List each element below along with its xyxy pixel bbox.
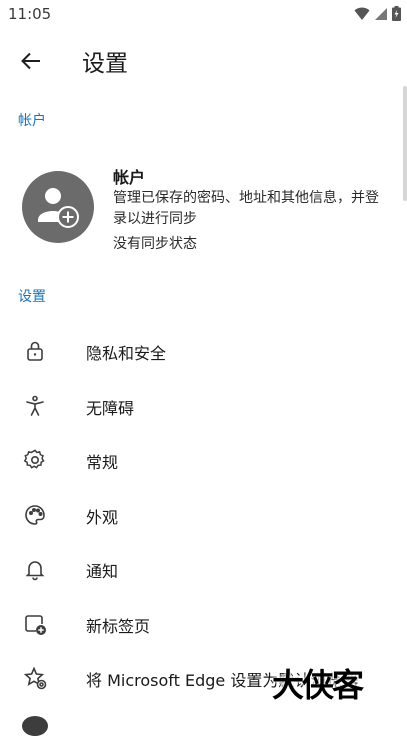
palette-icon [22,502,48,528]
settings-item-appearance[interactable]: 外观 [0,488,407,543]
avatar [22,171,94,243]
settings-list: 隐私和安全 无障碍 常规 外观 通知 新标签页 将 Microsoft Edge… [0,324,407,706]
signal-icon [375,7,387,20]
accessibility-icon [22,393,48,419]
bell-icon [22,556,48,582]
settings-item-label: 常规 [86,453,119,472]
page-title: 设置 [82,51,128,77]
sync-status: 没有同步状态 [113,236,197,252]
app-bar: 设置 [0,32,407,88]
settings-item-accessibility[interactable]: 无障碍 [0,379,407,434]
settings-item-label: 通知 [86,562,119,581]
status-time: 11:05 [8,5,52,23]
back-arrow-icon [21,52,40,70]
settings-item-privacy[interactable]: 隐私和安全 [0,324,407,379]
section-header-settings: 设置 [18,289,46,305]
partial-list-icon [22,716,48,736]
new-tab-icon [22,611,48,637]
wifi-icon [354,7,370,20]
star-gear-icon [22,665,48,691]
back-button[interactable] [14,44,48,78]
scrollbar[interactable] [403,86,407,201]
settings-item-label: 隐私和安全 [86,344,167,363]
watermark: 大侠客 [272,666,364,704]
settings-item-label: 外观 [86,507,119,527]
battery-icon [392,6,401,21]
account-title: 帐户 [113,168,146,187]
settings-item-general[interactable]: 常规 [0,433,407,488]
status-bar: 11:05 [0,0,407,28]
account-description: 管理已保存的密码、地址和其他信息，并登录以进行同步 [113,190,379,227]
add-user-icon [38,188,79,228]
status-icons [354,6,401,21]
lock-icon [22,338,48,364]
gear-icon [22,447,48,473]
section-header-account: 帐户 [18,113,46,129]
settings-item-new-tab[interactable]: 新标签页 [0,597,407,652]
settings-item-label: 新标签页 [86,616,151,636]
account-card[interactable]: 帐户 管理已保存的密码、地址和其他信息，并登录以进行同步 没有同步状态 [0,150,400,265]
settings-item-notifications[interactable]: 通知 [0,542,407,597]
settings-item-label: 无障碍 [86,398,135,418]
